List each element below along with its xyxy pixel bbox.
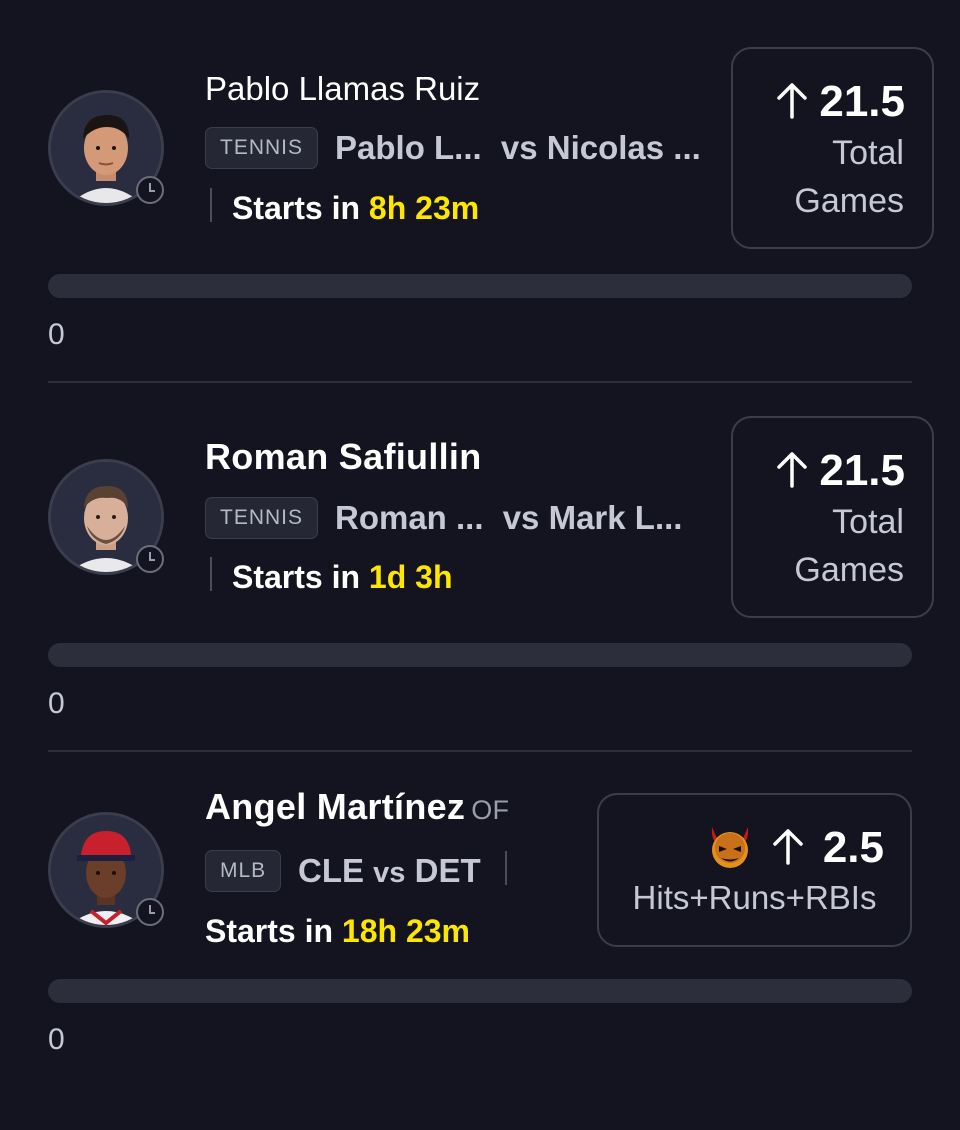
- player-name: Pablo Llamas Ruiz: [205, 70, 481, 107]
- card-divider: [48, 750, 912, 752]
- arrow-up-icon: [777, 83, 807, 119]
- clock-icon: [136, 898, 164, 926]
- line-value: 21.5: [819, 446, 905, 495]
- matchup: CLE vs DET: [298, 852, 481, 890]
- starts-label: Starts in: [232, 559, 361, 595]
- player-position: OF: [471, 795, 510, 825]
- countdown: 8h 23m: [368, 190, 480, 226]
- demon-icon: [711, 827, 749, 868]
- pick-box[interactable]: 21.5 Total Games: [731, 47, 934, 249]
- progress-bar: [48, 274, 912, 298]
- team-name: Pablo L...: [335, 129, 482, 166]
- stat-type: Total Games: [794, 498, 904, 594]
- matchup: Pablo L... vs Nicolas ...: [335, 129, 701, 167]
- arrow-up-icon: [773, 829, 803, 865]
- start-time: Starts in 8h 23m: [232, 190, 479, 227]
- divider: [210, 188, 212, 222]
- opponent-name: vs Mark L...: [502, 499, 683, 536]
- sport-tag: MLB: [205, 850, 282, 892]
- countdown: 1d 3h: [368, 559, 453, 595]
- stat-line-1: Total: [832, 134, 904, 172]
- stat-line-2: Games: [794, 551, 904, 589]
- line-value: 2.5: [822, 823, 884, 872]
- stat-line-1: Total: [832, 503, 904, 541]
- progress-count: 0: [48, 318, 65, 351]
- divider: [210, 557, 212, 591]
- divider: [505, 851, 507, 885]
- start-time: Starts in 18h 23m: [205, 913, 470, 950]
- sport-tag: TENNIS: [205, 497, 319, 539]
- arrow-up-icon: [777, 452, 807, 488]
- stat-type: Hits+Runs+RBIs: [632, 879, 877, 916]
- matchup: Roman ... vs Mark L...: [335, 499, 682, 537]
- opponent-name: vs Nicolas ...: [500, 129, 701, 166]
- starts-label: Starts in: [232, 190, 361, 226]
- starts-label: Starts in: [205, 913, 334, 949]
- start-time: Starts in 1d 3h: [232, 559, 453, 596]
- countdown: 18h 23m: [341, 913, 470, 949]
- progress-count: 0: [48, 687, 65, 720]
- sport-tag: TENNIS: [205, 127, 319, 169]
- clock-icon: [136, 545, 164, 573]
- vs-label: vs: [373, 857, 406, 889]
- pick-box[interactable]: 2.5 Hits+Runs+RBIs: [597, 793, 912, 947]
- clock-icon: [136, 176, 164, 204]
- stat-line-2: Games: [794, 182, 904, 220]
- stat-type: Total Games: [794, 129, 904, 225]
- opponent-name: DET: [414, 852, 481, 889]
- player-name-text: Angel Martínez: [205, 786, 466, 827]
- progress-count: 0: [48, 1023, 65, 1056]
- line-value: 21.5: [819, 77, 905, 126]
- team-name: Roman ...: [335, 499, 484, 536]
- progress-bar: [48, 979, 912, 1003]
- team-name: CLE: [298, 852, 364, 889]
- player-name: Angel Martínez OF: [205, 786, 509, 828]
- pick-box[interactable]: 21.5 Total Games: [731, 416, 934, 618]
- card-divider: [48, 381, 912, 383]
- player-name: Roman Safiullin: [205, 436, 482, 477]
- progress-bar: [48, 643, 912, 667]
